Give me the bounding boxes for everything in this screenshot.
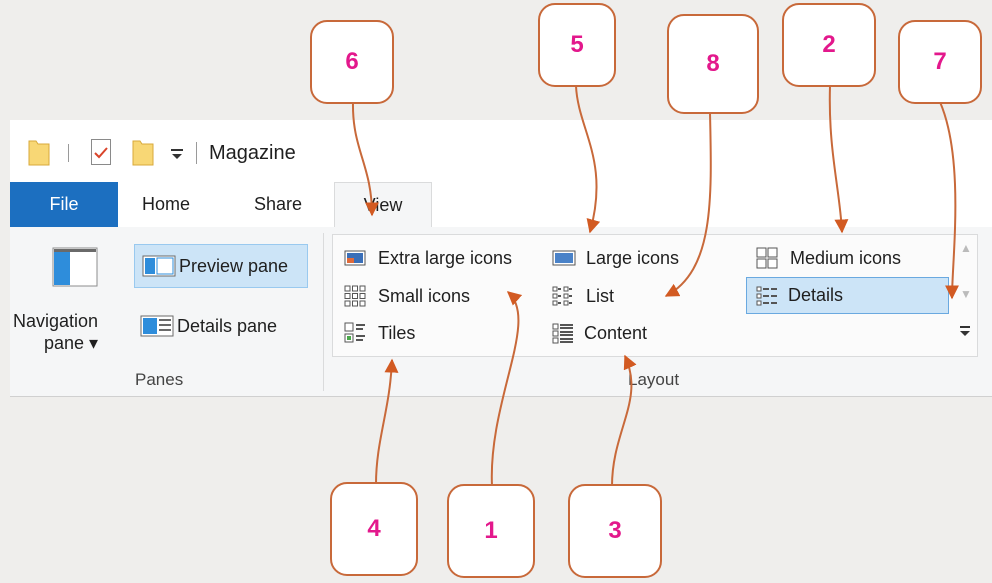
details-option[interactable]: Details (746, 277, 949, 314)
preview-pane-icon (142, 255, 176, 277)
gallery-scroll-down[interactable]: ▼ (960, 287, 974, 313)
medium-icons-label: Medium icons (790, 247, 902, 268)
tiles-label: Tiles (378, 322, 416, 343)
list-icon (552, 286, 572, 306)
callout-7: 7 (898, 20, 982, 104)
details-icon (756, 286, 777, 305)
callout-8: 8 (667, 14, 759, 114)
gallery-scroll-up[interactable]: ▲ (960, 241, 974, 267)
small-icons-icon (344, 285, 366, 307)
title-bar: Magazine (10, 120, 992, 182)
ribbon-panel: Navigation pane ▾ Preview pane Details p… (10, 227, 992, 397)
preview-pane-button[interactable]: Preview pane (134, 244, 308, 288)
details-pane-icon (140, 315, 174, 337)
small-icons-option[interactable]: Small icons (344, 285, 470, 307)
ribbon-tab-bar: File Home Share View (10, 182, 992, 228)
extra-large-icons-option[interactable]: Extra large icons (344, 247, 512, 269)
content-label: Content (584, 322, 648, 343)
window-title: Magazine (209, 142, 296, 164)
callout-4: 4 (330, 482, 418, 576)
tiles-icon (344, 322, 365, 343)
large-icons-label: Large icons (586, 247, 680, 268)
navigation-pane-icon (52, 247, 98, 287)
callout-3: 3 (568, 484, 662, 578)
callout-2: 2 (782, 3, 876, 87)
customize-qat-icon[interactable] (170, 147, 184, 161)
small-icons-label: Small icons (378, 285, 471, 306)
tiles-option[interactable]: Tiles (344, 322, 415, 344)
expand-icon (960, 326, 970, 336)
explorer-ribbon: Magazine File Home Share View Navigation… (10, 120, 992, 397)
tab-view[interactable]: View (334, 182, 432, 228)
medium-icons-icon (756, 247, 778, 269)
large-icons-option[interactable]: Large icons (552, 247, 679, 269)
list-option[interactable]: List (552, 285, 614, 307)
extra-large-icons-label: Extra large icons (378, 247, 513, 268)
tab-file[interactable]: File (10, 182, 118, 227)
layout-group-label: Layout (628, 370, 680, 389)
navigation-pane-label: Navigation (13, 311, 99, 331)
new-folder-icon[interactable] (132, 138, 154, 166)
large-icons-icon (552, 250, 576, 266)
navigation-pane-button[interactable]: Navigation pane ▾ (10, 241, 132, 353)
content-icon (552, 323, 573, 344)
content-option[interactable]: Content (552, 322, 647, 344)
tab-share[interactable]: Share (254, 194, 302, 215)
gallery-expand-button[interactable] (958, 323, 974, 347)
tab-home[interactable]: Home (142, 194, 190, 215)
properties-check-icon[interactable] (90, 138, 112, 166)
details-pane-button[interactable]: Details pane (140, 313, 277, 339)
medium-icons-option[interactable]: Medium icons (756, 247, 901, 269)
preview-pane-label: Preview pane (179, 255, 289, 276)
callout-5: 5 (538, 3, 616, 87)
group-divider (323, 233, 324, 391)
panes-group-label: Panes (135, 370, 184, 389)
details-pane-label: Details pane (177, 315, 278, 336)
tab-view-label: View (363, 195, 403, 215)
list-label: List (586, 285, 615, 306)
callout-1: 1 (447, 484, 535, 578)
folder-icon[interactable] (28, 138, 50, 166)
extra-large-icons-icon (344, 250, 366, 266)
tab-file-label: File (49, 194, 79, 214)
callout-6: 6 (310, 20, 394, 104)
navigation-pane-label-2: pane ▾ (44, 333, 99, 353)
details-label: Details (788, 285, 844, 305)
